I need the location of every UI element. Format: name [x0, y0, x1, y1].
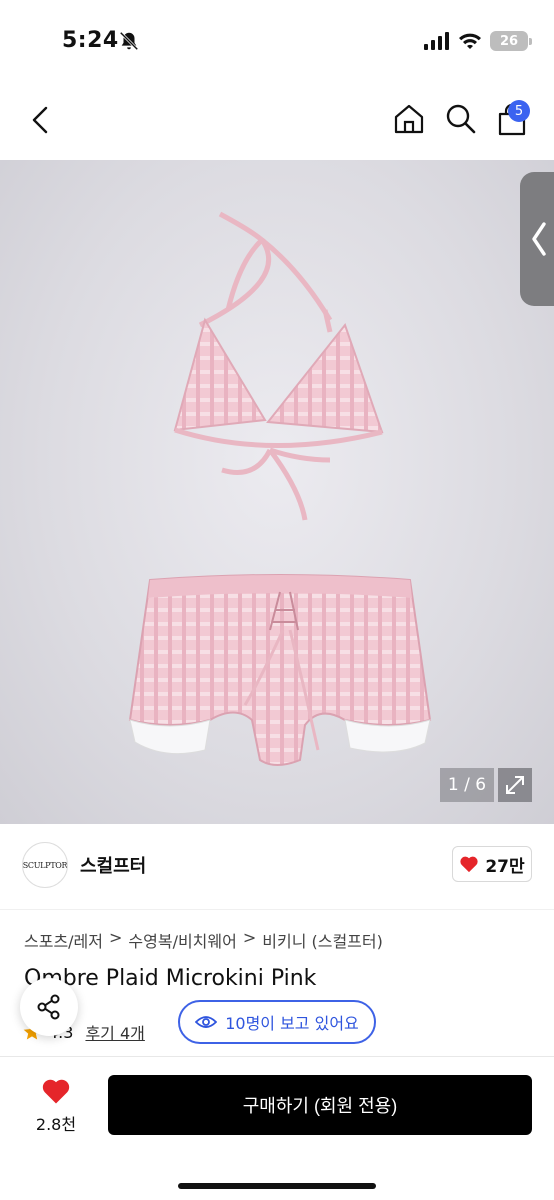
seller-logo-text: SCULPTOR [22, 860, 68, 870]
bottom-bar: 2.8천 구매하기 (회원 전용) [0, 1056, 554, 1200]
status-bar: 5:24 26 [0, 0, 554, 80]
share-icon [37, 994, 60, 1020]
bikini-photo [128, 211, 432, 766]
battery-level: 26 [499, 33, 519, 49]
breadcrumb-item[interactable]: 비키니 (스컬프터) [262, 928, 383, 952]
heart-icon [460, 856, 478, 873]
expand-icon[interactable] [498, 768, 532, 802]
wish-button[interactable]: 2.8천 [30, 1077, 82, 1135]
share-button[interactable] [20, 978, 78, 1036]
chevron-left-icon[interactable] [530, 220, 548, 258]
seller-logo[interactable]: SCULPTOR [22, 842, 68, 888]
viewers-text: 10명이 보고 있어요 [225, 1014, 359, 1033]
home-indicator [178, 1183, 376, 1189]
back-icon[interactable] [24, 102, 56, 138]
like-button[interactable]: 27만 [452, 846, 532, 882]
image-counter: 1 / 6 [440, 768, 494, 802]
wish-count: 2.8천 [35, 1115, 77, 1134]
breadcrumb-separator: > [242, 928, 257, 947]
viewers-badge: 10명이 보고 있어요 [178, 1000, 376, 1044]
breadcrumb-item[interactable]: 스포츠/레저 [24, 928, 103, 952]
eye-icon [195, 1016, 218, 1028]
seller-name[interactable]: 스컬프터 [80, 852, 146, 878]
search-icon[interactable] [444, 102, 478, 136]
home-icon[interactable] [392, 102, 426, 136]
buy-button[interactable]: 구매하기 (회원 전용) [108, 1075, 532, 1135]
top-nav [0, 80, 554, 160]
battery-icon: 26 [490, 31, 532, 51]
product-image[interactable] [0, 160, 554, 824]
signal-icon [424, 32, 449, 50]
cart-badge: 5 [508, 100, 530, 122]
like-count: 27만 [485, 856, 525, 877]
breadcrumb-separator: > [109, 928, 123, 947]
wifi-icon [459, 33, 481, 49]
bell-slash-icon [119, 31, 139, 51]
heart-filled-icon [42, 1079, 70, 1104]
seller-row[interactable]: SCULPTOR 스컬프터 27만 [0, 824, 554, 910]
status-time: 5:24 [62, 28, 119, 53]
breadcrumb-item[interactable]: 수영복/비치웨어 [128, 928, 236, 952]
reviews-link[interactable]: 후기 4개 [85, 1020, 144, 1044]
breadcrumb: 스포츠/레저 > 수영복/비치웨어 > 비키니 (스컬프터) [24, 928, 383, 952]
